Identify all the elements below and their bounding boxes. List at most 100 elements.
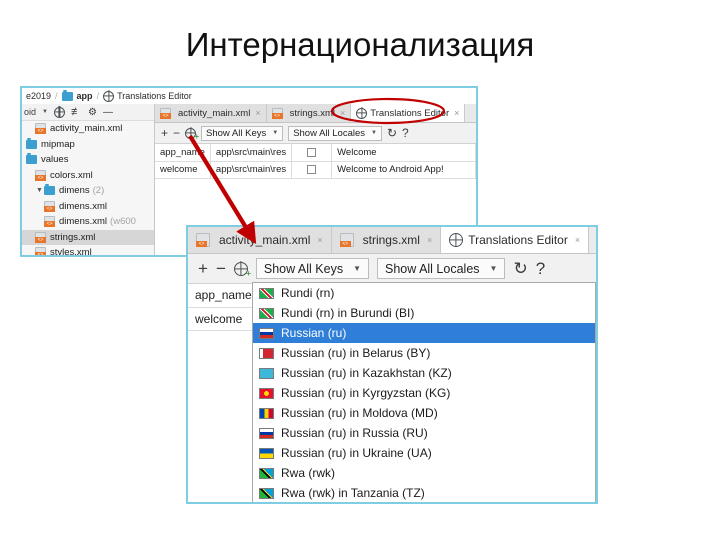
help-icon[interactable]: ?	[536, 260, 545, 277]
locale-option[interactable]: Russian (ru) in Russia (RU)	[253, 423, 595, 443]
editor-tab[interactable]: Translations Editor ×	[351, 104, 466, 122]
chevron-down-icon[interactable]: ▼	[42, 109, 48, 115]
editor-tab-label: strings.xml	[362, 233, 420, 247]
locale-option[interactable]: Rundi (rn)	[253, 283, 595, 303]
burundi-flag-icon	[259, 307, 274, 319]
locale-option[interactable]: Russian (ru) in Kazakhstan (KZ)	[253, 363, 595, 383]
locale-option[interactable]: Russian (ru) in Kyrgyzstan (KG)	[253, 383, 595, 403]
cell-key[interactable]: app_name	[155, 144, 211, 162]
show-all-locales-dropdown[interactable]: Show All Locales ▼	[377, 258, 506, 279]
cell-resource-folder[interactable]: app\src\main\res	[210, 161, 293, 179]
locale-option-label: Rundi (rn) in Burundi (BI)	[281, 306, 415, 320]
close-icon[interactable]: ×	[317, 235, 322, 245]
xml-file-icon	[35, 247, 46, 255]
hide-icon[interactable]: —	[103, 107, 113, 118]
cell-untranslatable[interactable]	[291, 161, 333, 179]
remove-key-button[interactable]: −	[173, 127, 180, 139]
tree-item-label: dimens.xml	[59, 200, 108, 212]
cell-default-value[interactable]: Welcome	[331, 144, 476, 162]
tanzania-flag-icon	[259, 487, 274, 499]
tree-item-label: values	[41, 154, 69, 166]
add-locale-button[interactable]: +	[185, 127, 200, 141]
tree-item[interactable]: dimens.xml(w600	[22, 214, 154, 230]
tree-item[interactable]: activity_main.xml	[22, 121, 154, 137]
show-all-keys-label: Show All Keys	[206, 127, 267, 139]
cell-key[interactable]: welcome	[155, 161, 211, 179]
editor-tab[interactable]: activity_main.xml ×	[188, 227, 332, 253]
project-tree: activity_main.xmlmipmap values colors.xml ▼…	[22, 121, 154, 255]
show-all-locales-label: Show All Locales	[385, 261, 480, 276]
cell-key[interactable]: app_name	[188, 284, 260, 308]
help-icon[interactable]: ?	[402, 127, 409, 139]
refresh-icon[interactable]: ↻	[387, 127, 397, 139]
editor-tab[interactable]: activity_main.xml ×	[155, 104, 267, 122]
close-icon[interactable]: ×	[575, 235, 580, 245]
globe-icon	[103, 90, 115, 102]
breadcrumb-project[interactable]: e2019	[26, 91, 51, 101]
table-row[interactable]: welcomeapp\src\main\res Welcome to Androi…	[155, 161, 476, 179]
untranslatable-checkbox[interactable]	[307, 164, 317, 174]
editor-tab[interactable]: Translations Editor ×	[441, 227, 590, 253]
table-row[interactable]: app_nameapp\src\main\res Welcome	[155, 144, 476, 162]
show-all-keys-dropdown[interactable]: Show All Keys ▼	[201, 125, 284, 141]
project-toolbar: oid ▼ ≢ ⚙ —	[22, 104, 154, 121]
chevron-down-icon: ▼	[489, 264, 498, 273]
refresh-icon[interactable]: ↻	[513, 260, 527, 277]
cell-untranslatable[interactable]	[291, 144, 333, 162]
remove-key-button[interactable]: −	[216, 260, 226, 277]
project-scope-label[interactable]: oid	[24, 107, 36, 117]
locale-option[interactable]: Russian (ru)	[253, 323, 595, 343]
tree-item-label: colors.xml	[50, 169, 93, 181]
gear-icon[interactable]: ⚙	[88, 107, 97, 118]
tree-item-label: mipmap	[41, 138, 75, 150]
breadcrumb-module-label: app	[76, 91, 93, 101]
breadcrumb-editor[interactable]: Translations Editor	[103, 90, 192, 102]
locale-option-label: Rwa (rwk) in Tanzania (TZ)	[281, 486, 425, 500]
xml-file-icon	[35, 231, 46, 243]
tree-item[interactable]: dimens.xml	[22, 199, 154, 215]
show-all-keys-dropdown[interactable]: Show All Keys ▼	[255, 258, 370, 279]
locale-option[interactable]: Rwa (rwk)	[253, 463, 595, 483]
show-all-locales-dropdown[interactable]: Show All Locales ▼	[288, 125, 382, 141]
untranslatable-checkbox[interactable]	[307, 147, 317, 157]
locale-option[interactable]: Russian (ru) in Moldova (MD)	[253, 403, 595, 423]
add-key-button[interactable]: +	[198, 260, 208, 277]
xml-file-icon	[160, 107, 171, 119]
locale-option[interactable]: Rundi (rn) in Burundi (BI)	[253, 303, 595, 323]
editor-tab[interactable]: strings.xml ×	[331, 227, 442, 253]
close-icon[interactable]: ×	[454, 108, 459, 118]
cell-resource-folder[interactable]: app\src\main\res	[210, 144, 293, 162]
add-key-button[interactable]: +	[161, 127, 168, 139]
locale-dropdown-popup[interactable]: Rundi (rn) Rundi (rn) in Burundi (BI) Russ…	[252, 282, 596, 502]
kazakhstan-flag-icon	[259, 367, 274, 379]
locale-option[interactable]: Russian (ru) in Belarus (BY)	[253, 343, 595, 363]
collapse-all-icon[interactable]: ≢	[71, 106, 82, 117]
cell-default-value[interactable]: Welcome to Android App!	[331, 161, 476, 179]
close-icon[interactable]: ×	[255, 108, 260, 118]
tree-item[interactable]: strings.xml	[22, 229, 154, 245]
locale-option-label: Russian (ru) in Belarus (BY)	[281, 346, 431, 360]
breadcrumb-module[interactable]: app	[61, 89, 93, 101]
tree-item[interactable]: values	[22, 152, 154, 168]
show-all-locales-label: Show All Locales	[293, 127, 366, 139]
folder-icon	[44, 184, 55, 196]
editor-tab[interactable]: strings.xml ×	[266, 104, 352, 122]
locale-option[interactable]: Rwa (rwk) in Tanzania (TZ)	[253, 483, 595, 502]
translations-table: app_name app\src\main\res Welcome welcome ap…	[155, 144, 476, 179]
chevron-down-icon: ▼	[272, 130, 279, 136]
close-icon[interactable]: ×	[340, 108, 345, 118]
tree-item[interactable]: colors.xml	[22, 168, 154, 184]
add-locale-button[interactable]: +	[233, 261, 251, 277]
locale-option-label: Russian (ru)	[281, 326, 347, 340]
xml-file-icon	[35, 169, 46, 181]
editor-tab-label: activity_main.xml	[219, 233, 311, 247]
locale-option[interactable]: Russian (ru) in Ukraine (UA)	[253, 443, 595, 463]
locale-globe-icon[interactable]	[53, 106, 65, 118]
close-icon[interactable]: ×	[427, 235, 432, 245]
tree-item[interactable]: mipmap	[22, 137, 154, 153]
chevron-down-icon[interactable]: ▼	[35, 187, 44, 194]
plus-badge-icon: +	[194, 131, 200, 141]
tree-item[interactable]: ▼ dimens (2)	[22, 183, 154, 199]
tree-item[interactable]: styles.xml	[22, 245, 154, 255]
cell-key[interactable]: welcome	[188, 307, 260, 331]
